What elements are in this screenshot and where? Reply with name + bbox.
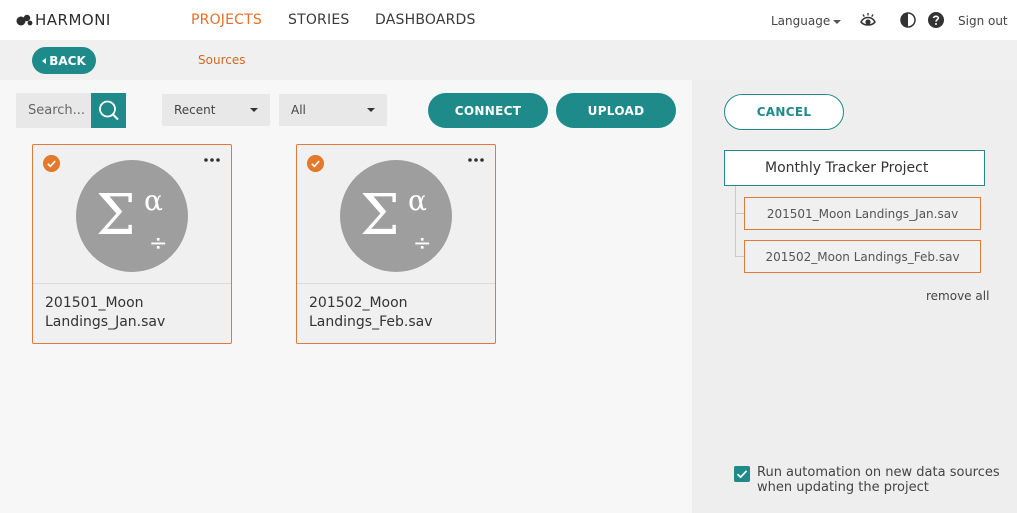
formula-icon: Σ α ÷ [96,183,167,256]
project-panel: CANCEL Monthly Tracker Project 201501_Mo… [692,80,1017,513]
breadcrumb-sources[interactable]: Sources [198,53,245,67]
more-icon[interactable] [203,154,221,166]
upload-button[interactable]: UPLOAD [556,93,676,128]
search-button[interactable] [91,93,126,128]
thumbnail: Σ α ÷ [76,160,188,272]
cancel-button[interactable]: CANCEL [724,94,844,130]
top-nav: HARMONI PROJECTS STORIES DASHBOARDS Lang… [0,0,1017,40]
svg-text:÷: ÷ [413,231,431,256]
tree-connector [735,186,736,257]
back-button[interactable]: BACK [32,47,96,74]
eye-icon[interactable] [859,11,877,29]
tree-connector [735,213,744,214]
card-divider [33,283,231,284]
search-input[interactable] [16,93,91,128]
card-title: 201501_Moon Landings_Jan.sav [45,294,220,332]
brand-name: HARMONI [35,11,111,29]
svg-text:α: α [144,184,163,217]
connect-button[interactable]: CONNECT [428,93,548,128]
card-divider [297,283,495,284]
remove-all-link[interactable]: remove all [926,289,989,303]
card-title-line1: 201502_Moon [309,295,408,311]
project-source-item[interactable]: 201501_Moon Landings_Jan.sav [744,197,981,230]
project-source-item[interactable]: 201502_Moon Landings_Feb.sav [744,240,981,273]
chevron-left-icon [42,57,47,64]
source-card[interactable]: Σ α ÷ 201501_Moon Landings_Jan.sav [32,144,232,344]
logo-icon [16,14,33,26]
svg-text:÷: ÷ [149,231,167,256]
check-icon[interactable] [307,155,324,172]
help-icon[interactable] [928,12,944,28]
filter-dropdown[interactable]: All [279,94,387,126]
tree-connector [735,256,744,257]
tab-projects[interactable]: PROJECTS [191,11,262,29]
card-title-line2: Landings_Jan.sav [45,314,166,330]
language-menu[interactable]: Language [771,14,842,28]
more-icon[interactable] [467,154,485,166]
svg-text:α: α [408,184,427,217]
sort-value: Recent [174,103,216,117]
sub-bar: BACK Sources [0,40,1017,80]
logo[interactable]: HARMONI [16,11,111,29]
formula-icon: Σ α ÷ [360,183,431,256]
search-box [16,93,126,128]
contrast-icon[interactable] [900,12,916,28]
card-title: 201502_Moon Landings_Feb.sav [309,294,484,332]
filter-value: All [291,103,306,117]
thumbnail: Σ α ÷ [340,160,452,272]
svg-text:Σ: Σ [360,183,400,248]
search-icon [99,100,119,121]
source-card[interactable]: Σ α ÷ 201502_Moon Landings_Feb.sav [296,144,496,344]
card-title-line2: Landings_Feb.sav [309,314,433,330]
card-title-line1: 201501_Moon [45,295,144,311]
caret-down-icon [250,108,258,112]
sign-out-link[interactable]: Sign out [958,14,1008,28]
tab-dashboards[interactable]: DASHBOARDS [375,11,476,29]
check-icon[interactable] [43,155,60,172]
back-button-label: BACK [49,53,86,68]
sources-main: Recent All CONNECT UPLOAD Σ α ÷ 201501_M… [0,80,692,513]
tab-stories[interactable]: STORIES [288,11,349,29]
svg-text:Σ: Σ [96,183,136,248]
automation-checkbox[interactable] [734,466,750,482]
automation-label: Run automation on new data sources when … [757,465,1000,495]
project-name: Monthly Tracker Project [724,150,985,186]
caret-down-icon [367,108,375,112]
sort-dropdown[interactable]: Recent [162,94,270,126]
caret-down-icon [833,19,842,24]
language-label: Language [771,14,831,28]
